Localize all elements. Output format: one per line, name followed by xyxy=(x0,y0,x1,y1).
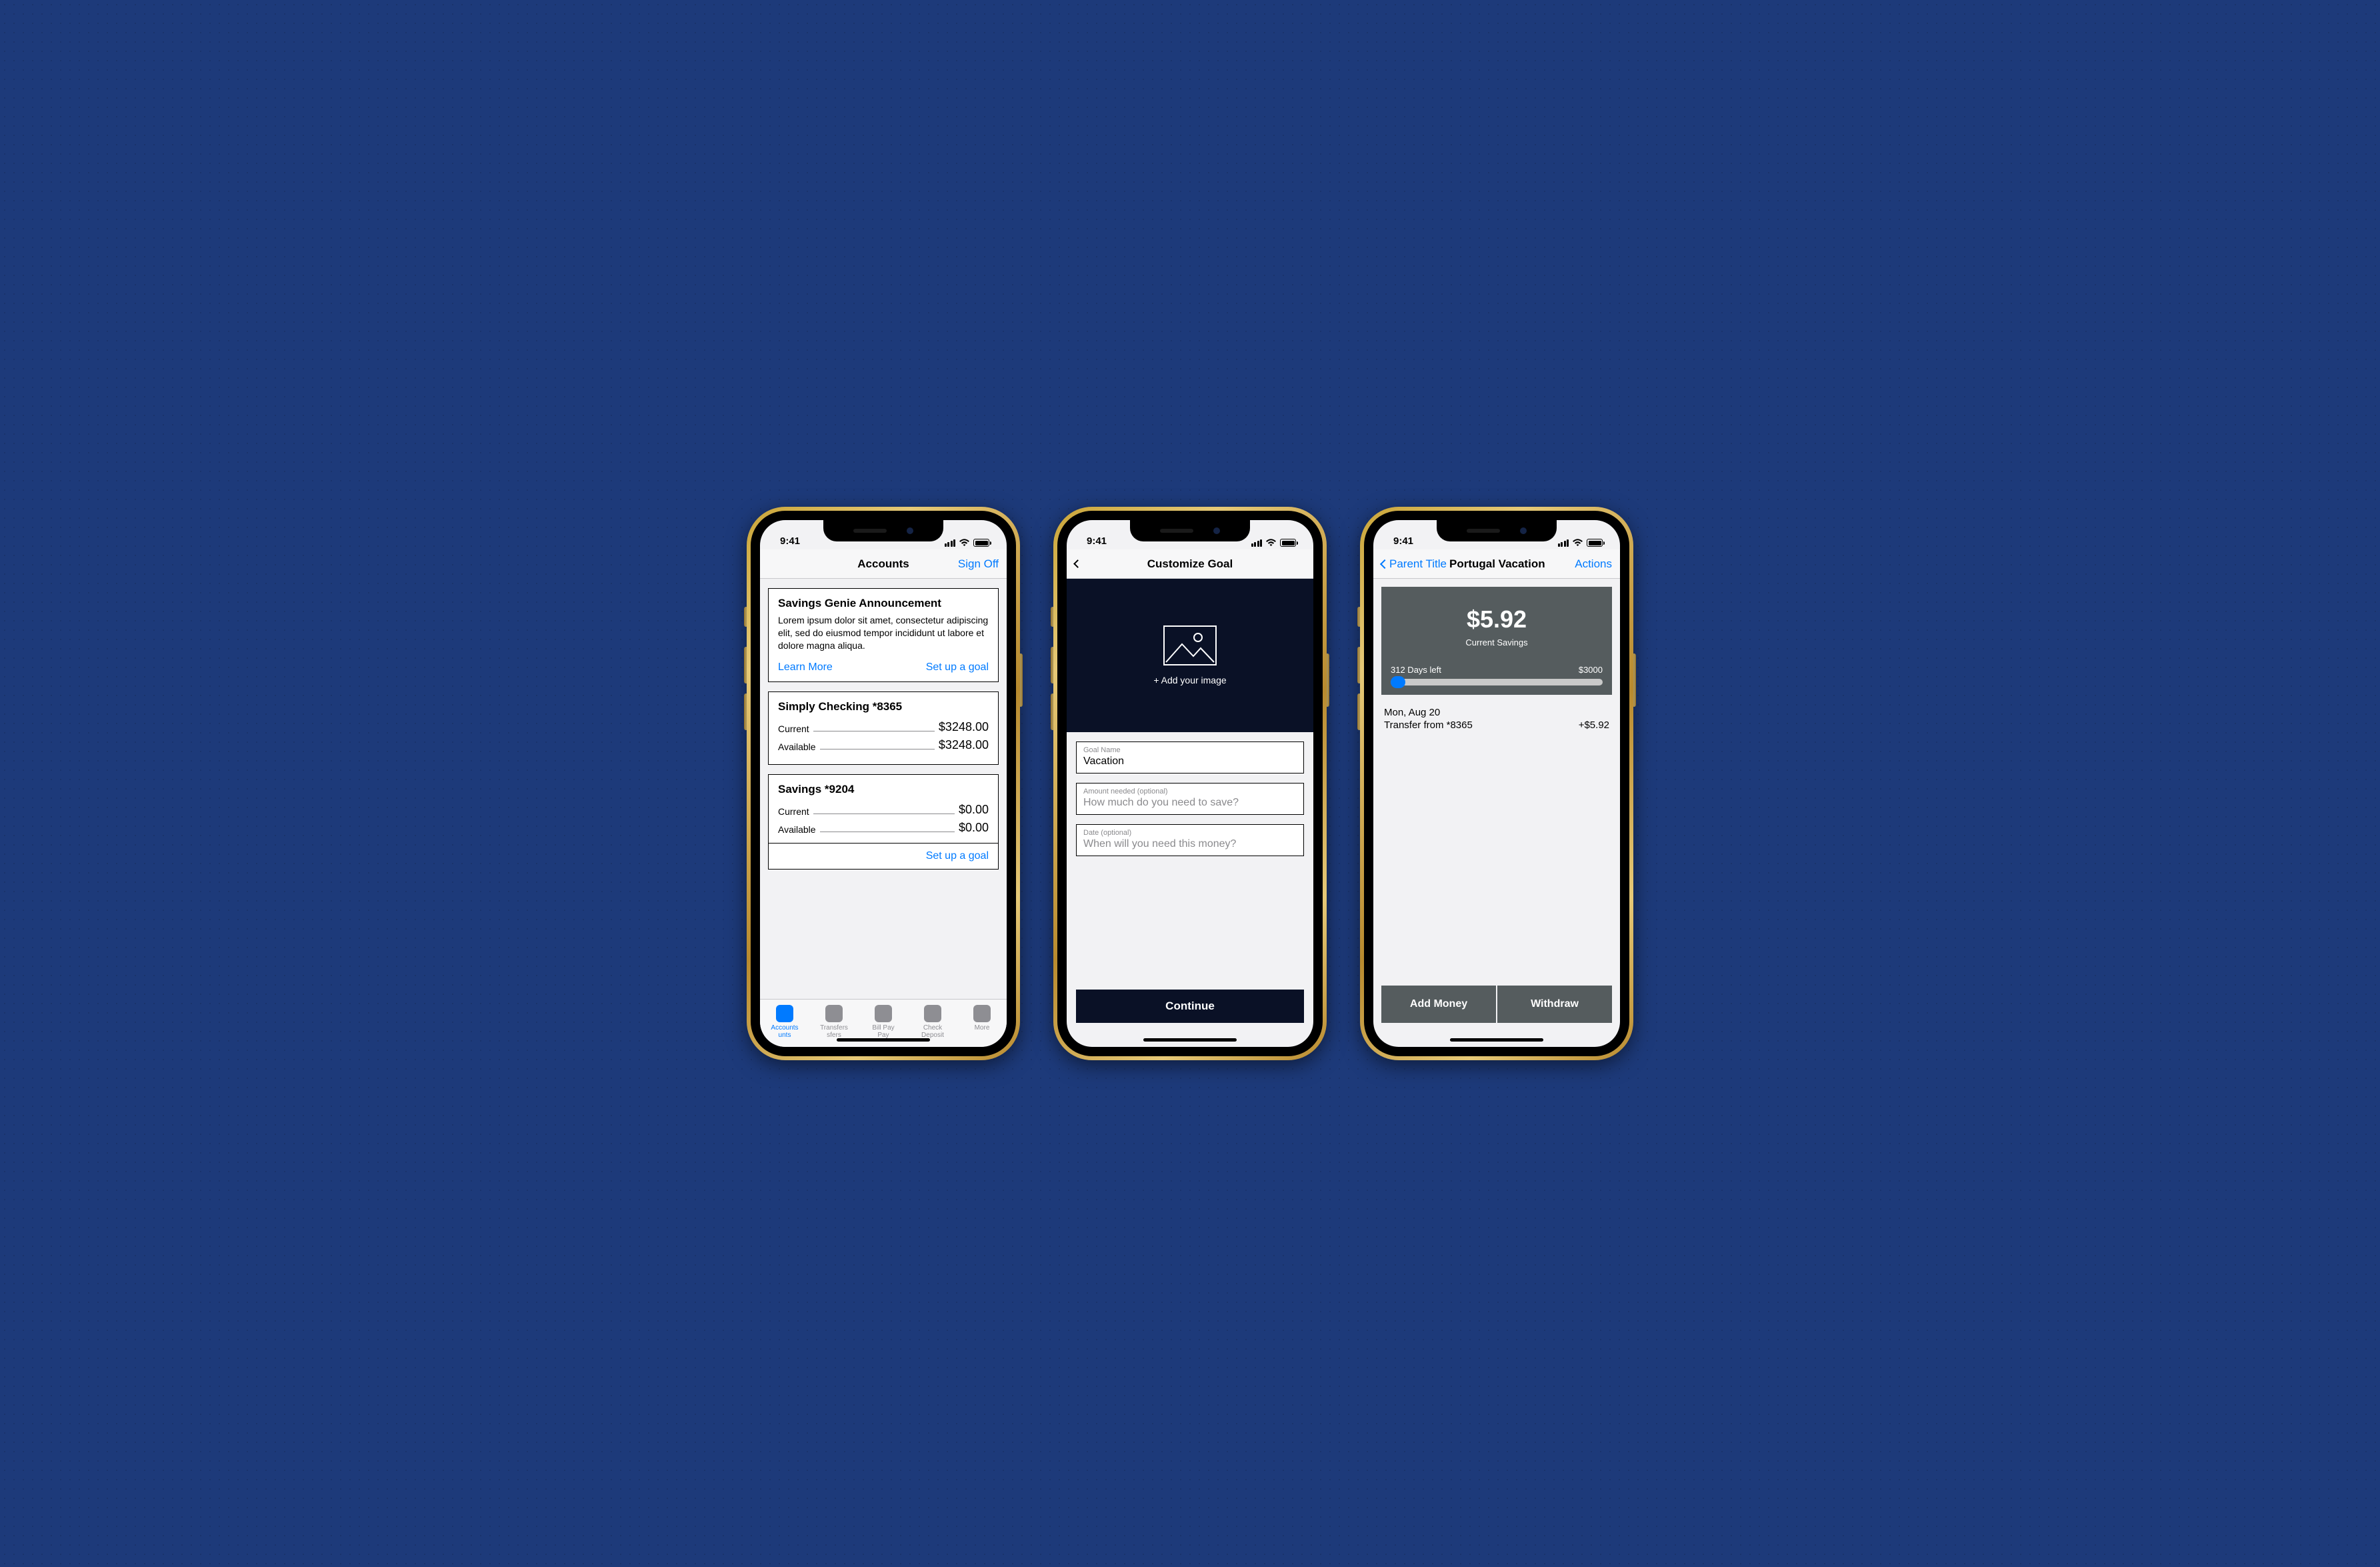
transaction-desc: Transfer from *8365 xyxy=(1384,719,1473,731)
announcement-card: Savings Genie Announcement Lorem ipsum d… xyxy=(768,588,999,682)
tab-accounts[interactable]: Accounts unts xyxy=(765,1005,805,1039)
available-label: Available xyxy=(778,741,816,752)
add-image-hero[interactable]: + Add your image xyxy=(1067,579,1313,732)
status-time: 9:41 xyxy=(1087,535,1107,547)
set-up-goal-link[interactable]: Set up a goal xyxy=(926,661,989,673)
page-title: Portugal Vacation xyxy=(1449,557,1545,571)
available-label: Available xyxy=(778,824,816,835)
field-placeholder: When will you need this money? xyxy=(1083,838,1297,850)
page-title: Accounts xyxy=(857,557,909,571)
actions-button[interactable]: Actions xyxy=(1567,549,1620,578)
days-left-label: 312 Days left xyxy=(1391,665,1441,675)
wifi-icon xyxy=(1572,539,1583,547)
current-label: Current xyxy=(778,806,809,817)
wifi-icon xyxy=(959,539,970,547)
chevron-left-icon xyxy=(1073,559,1082,568)
home-indicator[interactable] xyxy=(837,1038,930,1042)
current-value: $0.00 xyxy=(959,803,989,817)
progress-track[interactable] xyxy=(1391,679,1603,685)
goal-name-field[interactable]: Goal Name Vacation xyxy=(1076,741,1304,773)
field-label: Amount needed (optional) xyxy=(1083,788,1297,796)
chevron-left-icon xyxy=(1380,559,1389,568)
nav-bar: Customize Goal xyxy=(1067,549,1313,579)
current-label: Current xyxy=(778,723,809,734)
date-field[interactable]: Date (optional) When will you need this … xyxy=(1076,824,1304,856)
transaction-date: Mon, Aug 20 xyxy=(1384,707,1609,718)
announcement-title: Savings Genie Announcement xyxy=(778,597,989,610)
tab-icon xyxy=(825,1005,843,1022)
withdraw-button[interactable]: Withdraw xyxy=(1497,986,1612,1023)
available-value: $0.00 xyxy=(959,821,989,835)
back-parent-title: Parent Title xyxy=(1389,557,1447,571)
image-placeholder-icon xyxy=(1163,625,1217,665)
goal-summary-card: $5.92 Current Savings 312 Days left $300… xyxy=(1381,587,1612,695)
account-name: Simply Checking *8365 xyxy=(778,700,989,713)
available-value: $3248.00 xyxy=(939,738,989,752)
tab-transfers[interactable]: Transfers sfers xyxy=(814,1005,854,1039)
nav-bar: Accounts Sign Off xyxy=(760,549,1007,579)
tab-label: Accounts xyxy=(771,1024,798,1032)
battery-icon xyxy=(1280,539,1296,547)
goal-current-amount: $5.92 xyxy=(1467,605,1527,633)
sign-off-button[interactable]: Sign Off xyxy=(950,549,1007,578)
tab-label: Transfers xyxy=(820,1024,848,1032)
transaction-amount: +$5.92 xyxy=(1579,719,1609,731)
notch xyxy=(1437,520,1557,541)
amount-needed-field[interactable]: Amount needed (optional) How much do you… xyxy=(1076,783,1304,815)
goal-subtitle: Current Savings xyxy=(1465,637,1527,647)
battery-icon xyxy=(1587,539,1603,547)
tab-icon xyxy=(924,1005,941,1022)
account-name: Savings *9204 xyxy=(778,783,989,796)
add-image-label: + Add your image xyxy=(1153,675,1226,685)
continue-button[interactable]: Continue xyxy=(1076,990,1304,1023)
add-money-button[interactable]: Add Money xyxy=(1381,986,1496,1023)
phone-accounts: 9:41 Accounts Sign Off Savings Genie Ann… xyxy=(747,507,1020,1060)
field-label: Date (optional) xyxy=(1083,829,1297,837)
field-value: Vacation xyxy=(1083,755,1297,767)
back-button[interactable]: Parent Title Portugal Vacation xyxy=(1373,549,1545,578)
tab-more[interactable]: More xyxy=(962,1005,1002,1032)
notch xyxy=(1130,520,1250,541)
wifi-icon xyxy=(1265,539,1277,547)
phone-goal-detail: 9:41 Parent Title Portugal Vacation Acti… xyxy=(1360,507,1633,1060)
status-time: 9:41 xyxy=(780,535,800,547)
phone-customize-goal: 9:41 Customize Goal + xyxy=(1053,507,1327,1060)
tab-icon xyxy=(776,1005,793,1022)
notch xyxy=(823,520,943,541)
status-time: 9:41 xyxy=(1393,535,1413,547)
back-button[interactable] xyxy=(1067,549,1090,578)
field-label: Goal Name xyxy=(1083,746,1297,754)
account-card-savings[interactable]: Savings *9204 Current $0.00 Available $0… xyxy=(768,774,999,870)
field-placeholder: How much do you need to save? xyxy=(1083,797,1297,809)
cellular-icon xyxy=(945,539,956,547)
announcement-body: Lorem ipsum dolor sit amet, consectetur … xyxy=(778,614,989,652)
home-indicator[interactable] xyxy=(1143,1038,1237,1042)
learn-more-link[interactable]: Learn More xyxy=(778,661,833,673)
tab-icon xyxy=(973,1005,991,1022)
page-title: Customize Goal xyxy=(1147,557,1233,571)
tab-deposit[interactable]: Check Deposit xyxy=(913,1005,953,1039)
tab-label: Bill Pay xyxy=(872,1024,894,1032)
cellular-icon xyxy=(1251,539,1263,547)
nav-bar: Parent Title Portugal Vacation Actions xyxy=(1373,549,1620,579)
current-value: $3248.00 xyxy=(939,720,989,734)
battery-icon xyxy=(973,539,989,547)
progress-thumb[interactable] xyxy=(1391,676,1405,688)
tab-label: Check xyxy=(923,1024,942,1032)
set-up-goal-link[interactable]: Set up a goal xyxy=(769,843,998,869)
home-indicator[interactable] xyxy=(1450,1038,1543,1042)
tab-icon xyxy=(875,1005,892,1022)
account-card-checking[interactable]: Simply Checking *8365 Current $3248.00 A… xyxy=(768,691,999,765)
tab-label: More xyxy=(975,1024,990,1032)
cellular-icon xyxy=(1558,539,1569,547)
goal-target-amount: $3000 xyxy=(1579,665,1603,675)
tab-sublabel: unts xyxy=(779,1032,791,1039)
tab-billpay[interactable]: Bill Pay Pay xyxy=(863,1005,903,1039)
transaction-row[interactable]: Mon, Aug 20 Transfer from *8365 +$5.92 xyxy=(1373,703,1620,735)
